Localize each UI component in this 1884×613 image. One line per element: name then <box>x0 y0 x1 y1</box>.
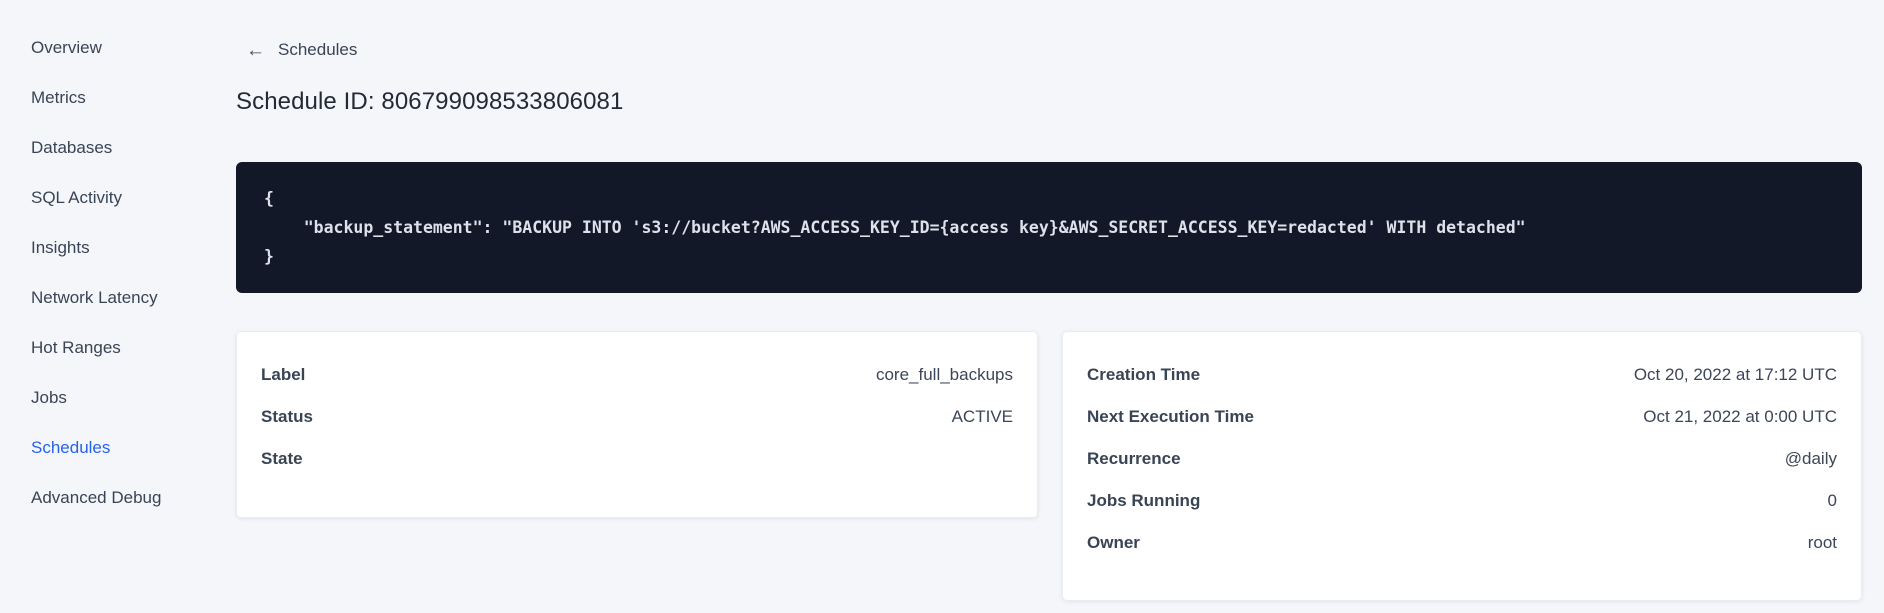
detail-label: Recurrence <box>1087 449 1181 468</box>
main-content: ← Schedules Schedule ID: 806799098533806… <box>236 0 1884 613</box>
detail-label: Next Execution Time <box>1087 407 1254 426</box>
detail-row-state: State <box>261 438 1013 480</box>
detail-label: Creation Time <box>1087 365 1201 384</box>
detail-label: State <box>261 449 303 468</box>
detail-value: ACTIVE <box>951 407 1013 426</box>
detail-value: Oct 20, 2022 at 17:12 UTC <box>1633 365 1837 384</box>
back-to-schedules-link[interactable]: ← Schedules <box>236 40 357 60</box>
page-title: Schedule ID: 806799098533806081 <box>236 88 624 115</box>
detail-row-owner: Owner root <box>1087 522 1837 564</box>
sidebar-item-jobs[interactable]: Jobs <box>0 373 236 423</box>
detail-value: @daily <box>1784 449 1837 468</box>
detail-cards-row: Label core_full_backups Status ACTIVE St… <box>236 331 1862 601</box>
sidebar-item-advanced-debug[interactable]: Advanced Debug <box>0 473 236 523</box>
detail-row-creation-time: Creation Time Oct 20, 2022 at 17:12 UTC <box>1087 354 1837 396</box>
sidebar-item-insights[interactable]: Insights <box>0 223 236 273</box>
sidebar-item-sql-activity[interactable]: SQL Activity <box>0 173 236 223</box>
detail-row-jobs-running: Jobs Running 0 <box>1087 480 1837 522</box>
detail-row-next-execution-time: Next Execution Time Oct 21, 2022 at 0:00… <box>1087 396 1837 438</box>
code-line: } <box>264 247 274 266</box>
detail-row-label: Label core_full_backups <box>261 354 1013 396</box>
detail-label: Jobs Running <box>1087 491 1201 510</box>
detail-label: Owner <box>1087 533 1140 552</box>
code-line: "backup_statement": "BACKUP INTO 's3://b… <box>264 218 1526 237</box>
detail-label: Label <box>261 365 306 384</box>
sidebar: Overview Metrics Databases SQL Activity … <box>0 0 236 613</box>
detail-value: core_full_backups <box>875 365 1013 384</box>
schedule-timing-card: Creation Time Oct 20, 2022 at 17:12 UTC … <box>1062 331 1862 601</box>
back-link-label: Schedules <box>278 40 358 59</box>
back-arrow-icon: ← <box>246 39 265 61</box>
detail-row-recurrence: Recurrence @daily <box>1087 438 1837 480</box>
detail-value: root <box>1807 533 1837 552</box>
code-line: { <box>264 189 274 208</box>
detail-label: Status <box>261 407 313 426</box>
sidebar-item-hot-ranges[interactable]: Hot Ranges <box>0 323 236 373</box>
detail-value: Oct 21, 2022 at 0:00 UTC <box>1643 407 1837 426</box>
schedule-summary-card: Label core_full_backups Status ACTIVE St… <box>236 331 1038 518</box>
sidebar-item-metrics[interactable]: Metrics <box>0 73 236 123</box>
sidebar-item-network-latency[interactable]: Network Latency <box>0 273 236 323</box>
schedule-definition-code-block: { "backup_statement": "BACKUP INTO 's3:/… <box>236 162 1862 293</box>
sidebar-item-schedules[interactable]: Schedules <box>0 423 236 473</box>
sidebar-item-overview[interactable]: Overview <box>0 23 236 73</box>
detail-row-status: Status ACTIVE <box>261 396 1013 438</box>
sidebar-item-databases[interactable]: Databases <box>0 123 236 173</box>
detail-value: 0 <box>1827 491 1837 510</box>
